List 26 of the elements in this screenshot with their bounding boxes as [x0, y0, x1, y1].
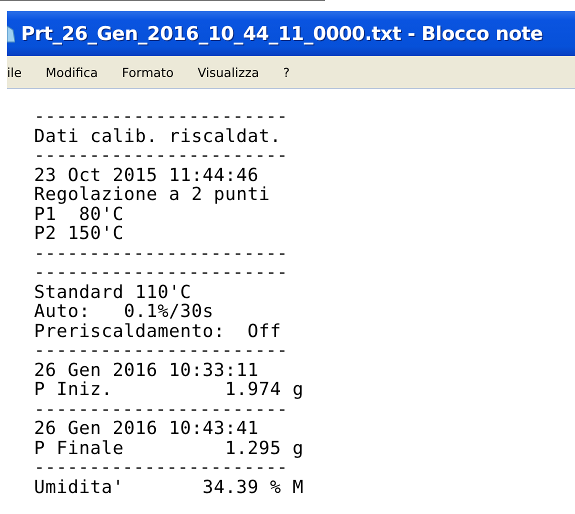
text-line: 26 Gen 2016 10:33:11: [34, 360, 260, 380]
dashed-rule-text: -----------------------: [34, 107, 289, 126]
text-line: Regolazione a 2 punti: [34, 185, 271, 204]
menu-item[interactable]: ile: [7, 62, 28, 82]
text-line: P1 80'C: [34, 204, 124, 224]
menu-item[interactable]: Visualizza: [192, 62, 266, 82]
text-line: P Finale 1.295 g: [34, 438, 305, 458]
dashed-rule-text: -----------------------: [34, 341, 289, 360]
menu-item[interactable]: Formato: [116, 62, 180, 82]
dashed-rule-text: -----------------------: [34, 244, 289, 263]
text-line: Preriscaldamento: Off: [34, 322, 282, 341]
menu-item[interactable]: ?: [277, 62, 296, 82]
dashed-rule-text: -----------------------: [34, 146, 289, 166]
text-line: P Iniz. 1.974 g: [34, 380, 305, 400]
text-line: Standard 110'C: [34, 282, 192, 302]
text-line: 23 Oct 2015 11:44:46: [34, 166, 260, 185]
dashed-rule-text: -----------------------: [34, 400, 289, 419]
dashed-rule-text: -----------------------: [34, 263, 289, 282]
text-line: Auto: 0.1%/30s: [34, 302, 215, 322]
menu-item[interactable]: Modifica: [40, 62, 104, 82]
text-line: P2 150'C: [34, 224, 125, 244]
dashed-rule-text: -----------------------: [34, 458, 289, 478]
text-line: Dati calib. riscaldat.: [34, 126, 282, 146]
text-line: 26 Gen 2016 10:43:41: [34, 419, 260, 438]
text-line: Umidita' 34.39 % M: [34, 478, 305, 497]
window-title: Prt_26_Gen_2016_10_44_11_0000.txt - Blocco note: [21, 22, 543, 44]
